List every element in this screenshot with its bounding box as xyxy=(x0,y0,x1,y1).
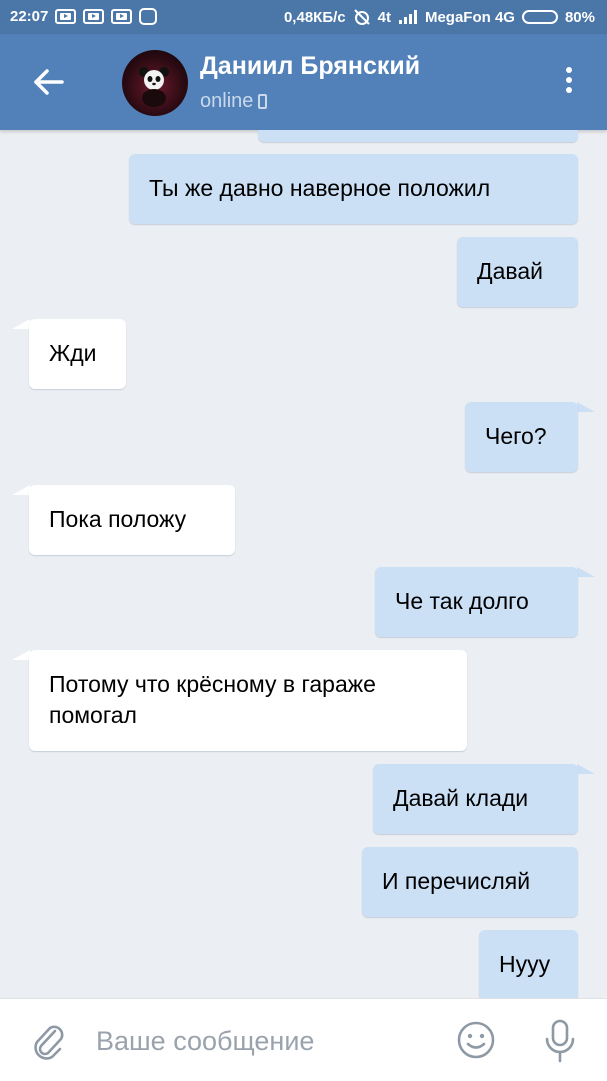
bubble-tail xyxy=(12,485,30,495)
message-text: И перечисляй xyxy=(382,868,531,894)
message-text: Нууу xyxy=(499,951,551,977)
bubble-tail xyxy=(577,764,595,774)
message-bubble-outgoing[interactable]: И перечисляй xyxy=(362,847,578,917)
message-bubble-outgoing[interactable]: Ты же давно наверное положил xyxy=(129,154,578,224)
battery-icon xyxy=(521,10,558,24)
message-bubble-outgoing[interactable]: Давай клади xyxy=(373,764,578,834)
panda-avatar-image xyxy=(139,67,169,107)
message-bubble-partial xyxy=(258,130,578,142)
microphone-icon[interactable] xyxy=(540,1018,580,1064)
youtube-notification-icon xyxy=(55,9,77,24)
bubble-tail xyxy=(12,319,30,329)
message-bubble-outgoing[interactable]: Давай xyxy=(457,237,578,307)
message-text: Ты же давно наверное положил xyxy=(149,175,491,201)
message-bubble-outgoing[interactable]: Чего? xyxy=(465,402,578,472)
message-bubble-incoming[interactable]: Потому что крёсному в гараже помогал xyxy=(29,650,467,751)
more-vertical-icon[interactable] xyxy=(556,64,582,102)
message-bubble-incoming[interactable]: Пока положу xyxy=(29,485,235,555)
battery-percent: 80% xyxy=(564,8,595,26)
message-input[interactable] xyxy=(96,1021,426,1061)
mobile-phone-icon xyxy=(258,94,268,109)
message-composer xyxy=(0,998,607,1081)
contact-status: online xyxy=(200,90,268,113)
bubble-tail xyxy=(577,402,595,412)
message-text: Давай xyxy=(477,258,543,284)
message-text: Пока положу xyxy=(49,506,187,532)
arrow-left-icon[interactable] xyxy=(26,60,70,104)
message-list[interactable]: Ты же давно наверное положил Давай Жди Ч… xyxy=(0,130,607,998)
online-status-text: online xyxy=(200,90,254,112)
status-time: 22:07 xyxy=(10,8,49,25)
message-bubble-incoming[interactable]: Жди xyxy=(29,319,126,389)
contact-name[interactable]: Даниил Брянский xyxy=(200,52,420,81)
message-text: Жди xyxy=(49,340,97,366)
data-activity-indicator: 4t xyxy=(377,8,391,26)
message-bubble-outgoing[interactable]: Че так долго xyxy=(375,567,578,637)
avatar[interactable] xyxy=(122,50,188,116)
status-bar: 22:07 0,48КБ/с 4t MegaFon 4G 80% xyxy=(0,0,607,34)
bubble-tail xyxy=(12,650,30,660)
message-text: Чего? xyxy=(485,423,547,449)
message-text: Потому что крёсному в гараже помогал xyxy=(49,671,376,728)
smile-icon[interactable] xyxy=(456,1020,496,1060)
carrier-name: MegaFon 4G xyxy=(424,8,515,26)
bubble-tail xyxy=(577,567,595,577)
youtube-notification-icon xyxy=(111,9,133,24)
signal-bars-icon xyxy=(398,10,417,24)
chat-header: Даниил Брянский online xyxy=(0,34,607,130)
alarm-off-icon xyxy=(353,9,370,25)
message-bubble-outgoing[interactable]: Нууу xyxy=(479,930,578,998)
viber-notification-icon xyxy=(139,8,158,25)
paperclip-icon[interactable] xyxy=(28,1019,68,1063)
message-text: Давай клади xyxy=(393,785,529,811)
network-speed: 0,48КБ/с xyxy=(283,8,346,26)
message-text: Че так долго xyxy=(395,588,529,614)
youtube-notification-icon xyxy=(83,9,105,24)
